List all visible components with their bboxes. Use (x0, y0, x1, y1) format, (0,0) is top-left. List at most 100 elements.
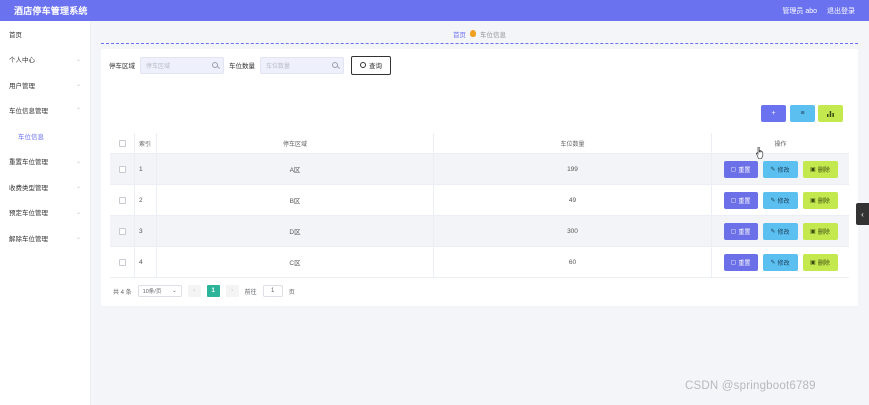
page-label: 页 (288, 289, 295, 296)
breadcrumb: 首页 车位信息 (101, 24, 858, 44)
query-button[interactable]: 查询 (351, 55, 391, 75)
area-search-input[interactable]: 停车区域 (140, 56, 224, 74)
pencil-icon: ✎ (770, 259, 776, 266)
sidebar-item-space-info-mgmt[interactable]: 车位信息管理 ⌃ (0, 98, 90, 124)
breadcrumb-current: 车位信息 (480, 31, 506, 39)
edit-button[interactable]: ✎ 修改 (762, 160, 798, 178)
row-count: 300 (434, 216, 712, 246)
edit-button[interactable]: ✎ 修改 (762, 191, 798, 209)
search-icon (212, 62, 218, 68)
trash-icon: ▣ (810, 259, 816, 266)
goto-label: 前往 (244, 289, 257, 296)
sidebar-item-reserve-space[interactable]: 预定车位管理 ⌄ (0, 200, 90, 226)
reset-button[interactable]: ▢ 重置 (723, 191, 758, 209)
row-index: 1 (135, 154, 157, 184)
top-navbar: 酒店停车管理系统 管理员 abo 退出登录 (0, 0, 869, 21)
reset-icon: ▢ (730, 197, 737, 204)
chevron-down-icon: ⌄ (75, 235, 81, 242)
sidebar-item-release-space[interactable]: 解除车位管理 ⌄ (0, 225, 90, 251)
total-count: 共 4 条 (113, 289, 132, 296)
edit-button[interactable]: ✎ 修改 (762, 222, 798, 240)
watermark: CSDN @springboot6789 (685, 380, 816, 392)
sidebar-item-fee-type[interactable]: 收费类型管理 ⌄ (0, 174, 90, 200)
chevron-up-icon: ⌃ (75, 107, 81, 114)
pencil-icon: ✎ (770, 228, 776, 235)
reset-icon: ▢ (730, 259, 737, 266)
chevron-down-icon: ⌄ (75, 82, 81, 89)
current-user: 管理员 abo (782, 7, 817, 15)
trash-icon: ▣ (810, 197, 816, 204)
bar-chart-icon (827, 110, 834, 117)
medal-icon (470, 30, 476, 37)
side-drawer-toggle[interactable]: ‹ (856, 203, 869, 225)
sidebar-item-users[interactable]: 用户管理 ⌄ (0, 72, 90, 98)
reset-button[interactable]: ▢ 重置 (723, 253, 758, 271)
sidebar-item-profile[interactable]: 个人中心 ⌄ (0, 47, 90, 73)
logout-link[interactable]: 退出登录 (827, 6, 855, 16)
table-row: 1 A区 199 ▢ 重置 ✎ 修改 ▣ 删除 (110, 154, 849, 185)
table-row: 4 C区 60 ▢ 重置 ✎ 修改 ▣ 删除 (110, 247, 849, 278)
next-page-button[interactable]: › (225, 285, 239, 297)
mouse-pointer-icon (756, 147, 764, 159)
batch-delete-button[interactable]: ≡ (790, 105, 815, 122)
area-label: 停车区域 (109, 63, 135, 70)
add-button[interactable]: + (761, 105, 786, 122)
search-icon (332, 62, 338, 68)
pencil-icon: ✎ (770, 166, 776, 173)
pencil-icon: ✎ (770, 197, 776, 204)
chevron-down-icon: ⌄ (75, 184, 81, 191)
plus-icon: + (771, 110, 776, 117)
row-count: 49 (434, 185, 712, 215)
content-panel: 停车区域 停车区域 车位数量 车位数量 查询 + ≡ 索引 停车区域 车位数量 … (101, 49, 858, 306)
chevron-down-icon: ⌄ (172, 288, 177, 294)
count-search-input[interactable]: 车位数量 (260, 56, 344, 74)
pagination: 共 4 条 10条/页 ⌄ ‹ 1 › 前往 1 页 (113, 284, 295, 298)
reset-button[interactable]: ▢ 重置 (723, 160, 758, 178)
row-checkbox[interactable] (118, 165, 126, 173)
sidebar-item-home[interactable]: 首页 (0, 21, 90, 47)
chevron-down-icon: ⌄ (75, 209, 81, 216)
page-number-current[interactable]: 1 (206, 285, 220, 297)
sidebar-item-space-info[interactable]: 车位信息 (0, 123, 90, 149)
main-content: 首页 车位信息 停车区域 停车区域 车位数量 车位数量 查询 + ≡ 索引 停车… (91, 21, 869, 405)
sidebar-item-reset-space[interactable]: 重置车位管理 ⌄ (0, 149, 90, 175)
table-header: 索引 停车区域 车位数量 操作 (110, 133, 849, 154)
reset-icon: ▢ (730, 166, 737, 173)
search-bar: 停车区域 停车区域 车位数量 车位数量 查询 (109, 55, 391, 75)
row-checkbox[interactable] (118, 196, 126, 204)
row-index: 2 (135, 185, 157, 215)
trash-icon: ▣ (810, 166, 816, 173)
chart-button[interactable] (818, 105, 843, 122)
reset-icon: ▢ (730, 228, 737, 235)
prev-page-button[interactable]: ‹ (187, 285, 201, 297)
data-table: 索引 停车区域 车位数量 操作 1 A区 199 ▢ 重置 ✎ 修改 ▣ 删除 2 B (110, 133, 849, 278)
chevron-down-icon: ⌄ (75, 56, 81, 63)
row-area: C区 (157, 247, 434, 277)
goto-page-input[interactable]: 1 (262, 285, 283, 297)
edit-button[interactable]: ✎ 修改 (762, 253, 798, 271)
count-label: 车位数量 (229, 63, 255, 70)
app-title: 酒店停车管理系统 (14, 6, 88, 16)
row-count: 60 (434, 247, 712, 277)
search-circle-icon (360, 62, 366, 68)
select-all-checkbox[interactable] (118, 139, 126, 147)
breadcrumb-home[interactable]: 首页 (453, 29, 466, 39)
chevron-right-icon: › (231, 288, 234, 294)
trash-icon: ▣ (810, 228, 816, 235)
row-checkbox[interactable] (118, 227, 126, 235)
delete-button[interactable]: ▣ 删除 (802, 253, 838, 271)
header-index: 索引 (135, 133, 157, 153)
sidebar: 首页 个人中心 ⌄ 用户管理 ⌄ 车位信息管理 ⌃ 车位信息 重置车位管理 ⌄ … (0, 21, 91, 405)
trash-icon: ≡ (800, 110, 805, 117)
row-area: B区 (157, 185, 434, 215)
row-checkbox[interactable] (118, 258, 126, 266)
chevron-down-icon: ⌄ (75, 158, 81, 165)
delete-button[interactable]: ▣ 删除 (802, 191, 838, 209)
delete-button[interactable]: ▣ 删除 (802, 222, 838, 240)
delete-button[interactable]: ▣ 删除 (802, 160, 838, 178)
row-area: A区 (157, 154, 434, 184)
table-row: 2 B区 49 ▢ 重置 ✎ 修改 ▣ 删除 (110, 185, 849, 216)
reset-button[interactable]: ▢ 重置 (723, 222, 758, 240)
row-area: D区 (157, 216, 434, 246)
page-size-select[interactable]: 10条/页 ⌄ (137, 285, 182, 297)
